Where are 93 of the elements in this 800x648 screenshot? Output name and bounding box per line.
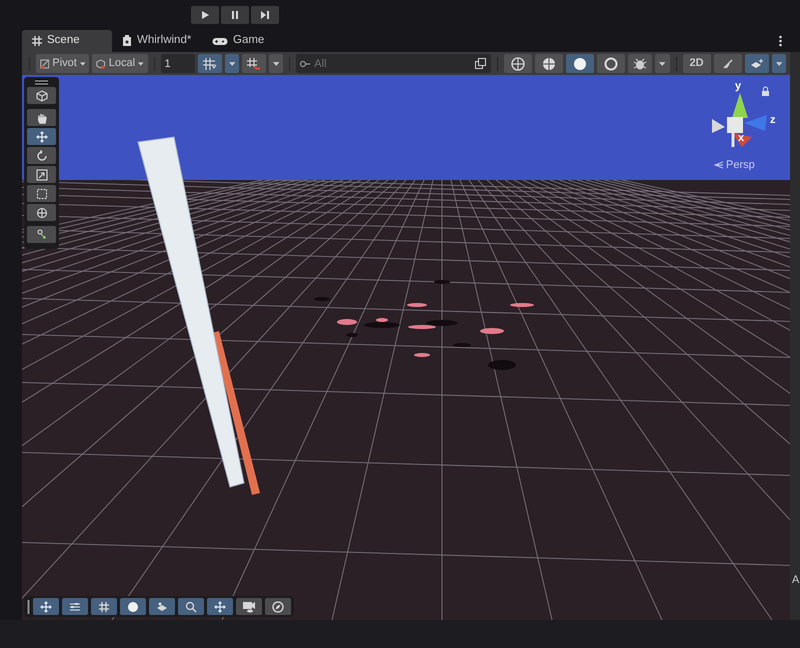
- tab[interactable]: Whirlwind*: [112, 30, 202, 52]
- overlay-button[interactable]: [178, 598, 204, 615]
- more-icon: [779, 35, 782, 47]
- caret-icon: [80, 62, 86, 66]
- increment-snap-button[interactable]: [242, 54, 266, 73]
- axis-gizmo-drawing: [712, 93, 767, 147]
- pivot-icon: [40, 58, 50, 70]
- step-button[interactable]: [251, 6, 279, 24]
- filter-icon: [475, 58, 486, 69]
- tool-button[interactable]: [27, 128, 56, 145]
- grid-snap-icon: [202, 58, 216, 70]
- tool-button[interactable]: [27, 87, 56, 104]
- grid-snap-button[interactable]: [198, 54, 222, 73]
- overlay-button[interactable]: [120, 598, 146, 615]
- overlay-button[interactable]: [149, 598, 175, 615]
- wand-icon: [722, 58, 734, 70]
- tool-button[interactable]: [27, 204, 56, 221]
- projection-toggle[interactable]: Persp: [714, 157, 755, 174]
- play-button[interactable]: [191, 6, 219, 24]
- overlay-button[interactable]: [207, 598, 233, 615]
- cube-icon: [36, 90, 48, 102]
- perspective-icon: [714, 161, 723, 170]
- sphere-icon: [573, 56, 588, 70]
- axis-label: x: [738, 133, 744, 144]
- pause-button[interactable]: [221, 6, 249, 24]
- caret-icon: [272, 62, 280, 66]
- 2d-toggle-button[interactable]: 2D: [682, 54, 711, 73]
- dropdown-caret[interactable]: [655, 54, 670, 73]
- transform-icon: [36, 206, 48, 218]
- snap-value-field[interactable]: 1: [160, 54, 194, 73]
- dropdown-caret[interactable]: [224, 54, 239, 73]
- search-field[interactable]: All: [296, 54, 492, 73]
- step-icon: [260, 10, 270, 20]
- caret-icon: [228, 62, 235, 66]
- camera-icon: [242, 600, 256, 612]
- bug-icon: [633, 58, 648, 70]
- gizmos-button[interactable]: [744, 54, 769, 73]
- overlay-button[interactable]: [265, 598, 291, 615]
- plane-icon: [156, 600, 168, 612]
- layers-icon: [750, 58, 764, 70]
- draw-mode-button[interactable]: [535, 54, 564, 73]
- caret-icon: [659, 62, 666, 66]
- gamepad-icon: [212, 36, 228, 46]
- overlay-button[interactable]: [91, 598, 117, 615]
- tool-button[interactable]: [27, 109, 56, 126]
- rect-icon: [36, 188, 48, 200]
- local-cube-icon: [96, 58, 106, 70]
- overlay-button[interactable]: [62, 598, 88, 615]
- caret-icon: [138, 62, 144, 66]
- dropdown[interactable]: Local: [92, 54, 148, 73]
- hand-icon: [36, 112, 48, 124]
- search-icon: [185, 600, 197, 612]
- tool-button[interactable]: [27, 166, 56, 183]
- play-icon: [200, 10, 210, 20]
- caret-icon: [776, 62, 782, 66]
- tool-button[interactable]: [27, 185, 56, 202]
- sphere-icon: [127, 600, 139, 612]
- ring-icon: [604, 56, 618, 70]
- search-icon: [300, 60, 310, 68]
- wireframe-sphere-icon: [511, 56, 526, 70]
- axis-label: y: [735, 81, 742, 92]
- prefab-icon: [122, 35, 132, 47]
- tool-button[interactable]: [27, 147, 56, 164]
- sliders-icon: [69, 600, 81, 612]
- draw-mode-button[interactable]: [504, 54, 532, 73]
- lock-icon: [762, 86, 769, 96]
- magnet-grid-icon: [246, 58, 261, 70]
- tool-button[interactable]: [27, 226, 56, 243]
- drag-handle-icon: [27, 600, 30, 614]
- debug-button[interactable]: [628, 54, 652, 73]
- shaded-sphere-icon: [542, 56, 556, 70]
- rotate-icon: [36, 150, 48, 162]
- draw-mode-button[interactable]: [566, 54, 594, 73]
- tab[interactable]: Game: [202, 30, 292, 52]
- grid-icon: [32, 36, 42, 46]
- panel-label: A: [792, 573, 800, 588]
- dropdown-caret[interactable]: [772, 54, 786, 73]
- compass-icon: [272, 600, 284, 612]
- move-icon: [40, 600, 52, 612]
- move-icon: [214, 600, 226, 612]
- tab[interactable]: Scene: [22, 30, 112, 52]
- dropdown[interactable]: Pivot: [36, 54, 90, 73]
- grid-icon: [99, 602, 109, 612]
- scale-icon: [36, 168, 48, 180]
- custom-tool-icon: [36, 228, 48, 240]
- overlay-button[interactable]: [236, 598, 262, 615]
- pause-icon: [230, 10, 240, 20]
- dropdown-caret[interactable]: [268, 54, 284, 73]
- axis-label: z: [770, 115, 776, 126]
- move-icon: [36, 130, 48, 142]
- draw-mode-button[interactable]: [597, 54, 626, 73]
- overlay-button[interactable]: [33, 598, 59, 615]
- effects-button[interactable]: [714, 54, 742, 73]
